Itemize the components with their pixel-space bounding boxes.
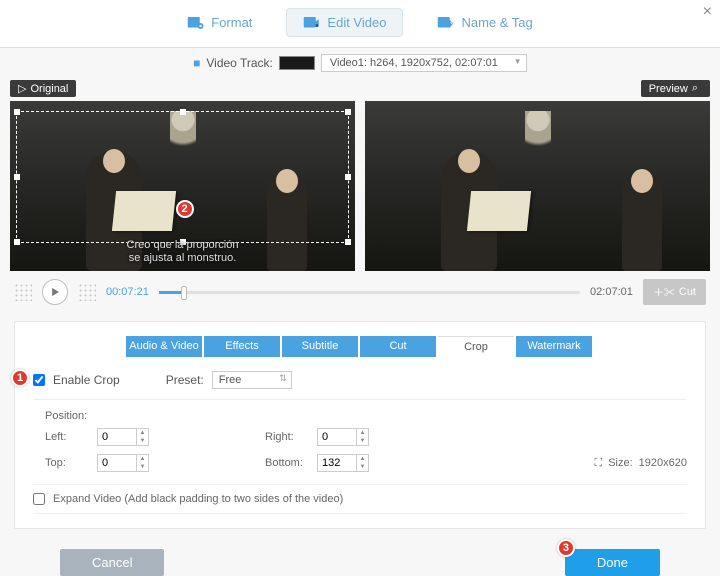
settings-panel: Audio & Video Effects Subtitle Cut Crop …	[14, 321, 706, 529]
subtab-crop[interactable]: Crop	[438, 336, 514, 357]
right-label: Right:	[265, 431, 309, 443]
close-button[interactable]: ×	[703, 3, 712, 21]
enable-crop-label: Enable Crop	[53, 373, 120, 387]
cancel-button[interactable]: Cancel	[60, 549, 164, 576]
handle-icon	[14, 283, 32, 301]
video-subtitle: Creo que la proporciónse ajusta al monst…	[10, 239, 355, 265]
sub-tabs: Audio & Video Effects Subtitle Cut Crop …	[33, 336, 687, 357]
expand-video-checkbox[interactable]	[33, 493, 45, 505]
preview-video	[365, 101, 710, 271]
tab-name-tag[interactable]: Name & Tag	[421, 8, 548, 37]
top-label: Top:	[45, 457, 89, 469]
right-input[interactable]	[317, 428, 357, 446]
total-time: 02:07:01	[590, 286, 633, 298]
format-icon	[187, 16, 205, 30]
playback-controls: 00:07:21 02:07:01 ＋✂ Cut	[0, 271, 720, 313]
video-track-row: ■ Video Track: Video1: h264, 1920x752, 0…	[0, 48, 720, 78]
enable-crop-checkbox[interactable]	[33, 374, 45, 386]
size-label: Size:	[608, 457, 632, 469]
video-track-value[interactable]: Video1: h264, 1920x752, 02:07:01	[321, 54, 527, 72]
bottom-input[interactable]	[317, 454, 357, 472]
original-label: ▷Original	[10, 80, 76, 97]
subtab-cut[interactable]: Cut	[360, 336, 436, 357]
cut-button[interactable]: ＋✂ Cut	[643, 279, 706, 305]
size-icon: ⛶	[595, 457, 603, 470]
video-track-label: Video Track:	[206, 56, 272, 70]
tab-name-label: Name & Tag	[461, 15, 532, 30]
preset-label: Preset:	[166, 373, 204, 387]
subtab-audio-video[interactable]: Audio & Video	[126, 336, 202, 357]
subtab-subtitle[interactable]: Subtitle	[282, 336, 358, 357]
done-button[interactable]: Done	[565, 549, 660, 576]
tab-format[interactable]: Format	[171, 8, 268, 37]
handle-icon	[78, 283, 96, 301]
expand-video-label: Expand Video (Add black padding to two s…	[53, 493, 343, 505]
size-value: 1920x620	[639, 457, 687, 469]
timeline-slider[interactable]	[159, 291, 580, 294]
preview-label: Preview⌕	[641, 80, 710, 97]
play-button[interactable]	[42, 279, 68, 305]
main-tabs: Format Edit Video Name & Tag	[0, 0, 720, 48]
left-input[interactable]	[97, 428, 137, 446]
name-tag-icon	[437, 16, 455, 30]
subtab-watermark[interactable]: Watermark	[516, 336, 592, 357]
original-video[interactable]: Creo que la proporciónse ajusta al monst…	[10, 101, 355, 271]
video-track-select[interactable]: Video1: h264, 1920x752, 02:07:01	[321, 54, 527, 72]
tab-edit-video[interactable]: Edit Video	[286, 8, 403, 37]
tab-edit-label: Edit Video	[327, 15, 386, 30]
annotation-3: 3	[557, 539, 575, 557]
top-input[interactable]	[97, 454, 137, 472]
bottom-label: Bottom:	[265, 457, 309, 469]
current-time: 00:07:21	[106, 286, 149, 298]
footer-buttons: Cancel 3 Done	[0, 537, 720, 576]
track-thumbnail	[279, 56, 315, 70]
video-previews: Creo que la proporciónse ajusta al monst…	[0, 101, 720, 271]
tab-format-label: Format	[211, 15, 252, 30]
position-label: Position:	[33, 410, 687, 428]
subtab-effects[interactable]: Effects	[204, 336, 280, 357]
edit-video-icon	[303, 16, 321, 30]
preset-select[interactable]: Free	[212, 371, 292, 389]
scissors-icon: ＋✂	[653, 284, 675, 300]
annotation-2: 2	[176, 200, 194, 218]
left-label: Left:	[45, 431, 89, 443]
annotation-1: 1	[11, 369, 29, 387]
